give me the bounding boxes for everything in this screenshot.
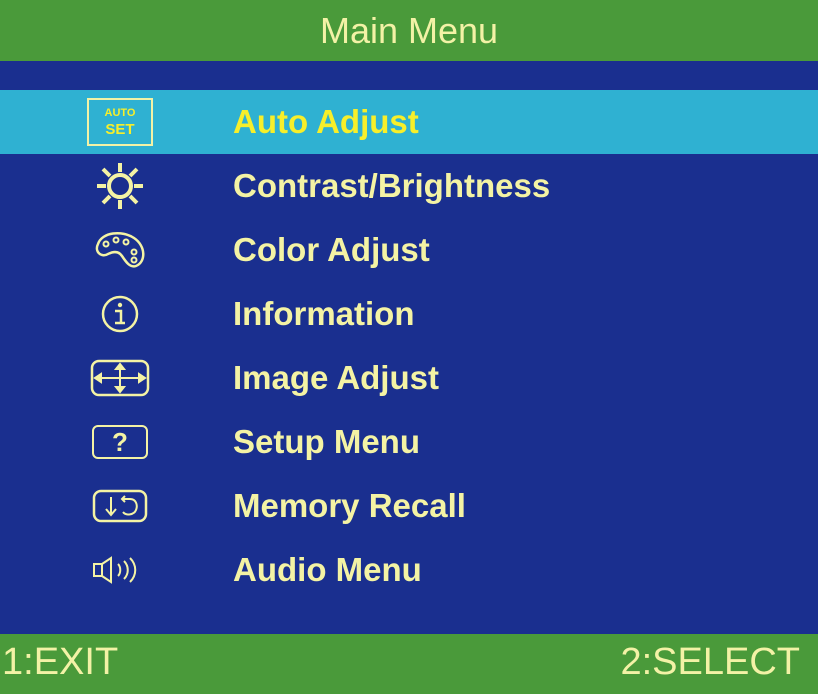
menu-item-label: Contrast/Brightness [233, 167, 551, 204]
menu-item-label: Setup Menu [233, 423, 420, 460]
recall-icon [82, 474, 158, 538]
sun-icon [82, 154, 158, 218]
menu-header: Main Menu [0, 0, 818, 61]
page-title: Main Menu [319, 9, 499, 51]
auto-set-icon-top-text: AUTO [104, 106, 136, 119]
menu-item-label: Memory Recall [233, 487, 466, 524]
select-hint: 2:SELECT [620, 641, 800, 683]
menu-item-contrast-brightness[interactable]: Contrast/Brightness [0, 154, 818, 218]
speaker-icon [82, 538, 158, 602]
palette-icon [82, 218, 158, 282]
move-arrows-icon [82, 346, 158, 410]
menu-item-color-adjust[interactable]: Color Adjust [0, 218, 818, 282]
menu-item-label: Auto Adjust [233, 103, 419, 140]
menu-item-label: Color Adjust [233, 231, 430, 268]
exit-hint: 1:EXIT [2, 641, 119, 683]
question-icon-glyph: ? [112, 427, 128, 457]
auto-set-icon: AUTO SET [82, 90, 158, 154]
auto-set-icon-bottom-text: SET [105, 120, 135, 138]
menu-item-image-adjust[interactable]: Image Adjust [0, 346, 818, 410]
menu-item-memory-recall[interactable]: Memory Recall [0, 474, 818, 538]
menu-item-setup-menu[interactable]: ? Setup Menu [0, 410, 818, 474]
menu-item-label: Audio Menu [233, 551, 422, 588]
info-icon [82, 282, 158, 346]
question-icon: ? [82, 410, 158, 474]
menu-item-information[interactable]: Information [0, 282, 818, 346]
menu-footer: 1:EXIT 2:SELECT [0, 634, 818, 694]
menu-item-auto-adjust[interactable]: AUTO SET Auto Adjust [0, 90, 818, 154]
menu-item-label: Information [233, 295, 415, 332]
menu-item-label: Image Adjust [233, 359, 439, 396]
menu-item-audio-menu[interactable]: Audio Menu [0, 538, 818, 602]
main-menu-list: AUTO SET Auto Adjust Contrast/Brightness… [0, 90, 818, 602]
